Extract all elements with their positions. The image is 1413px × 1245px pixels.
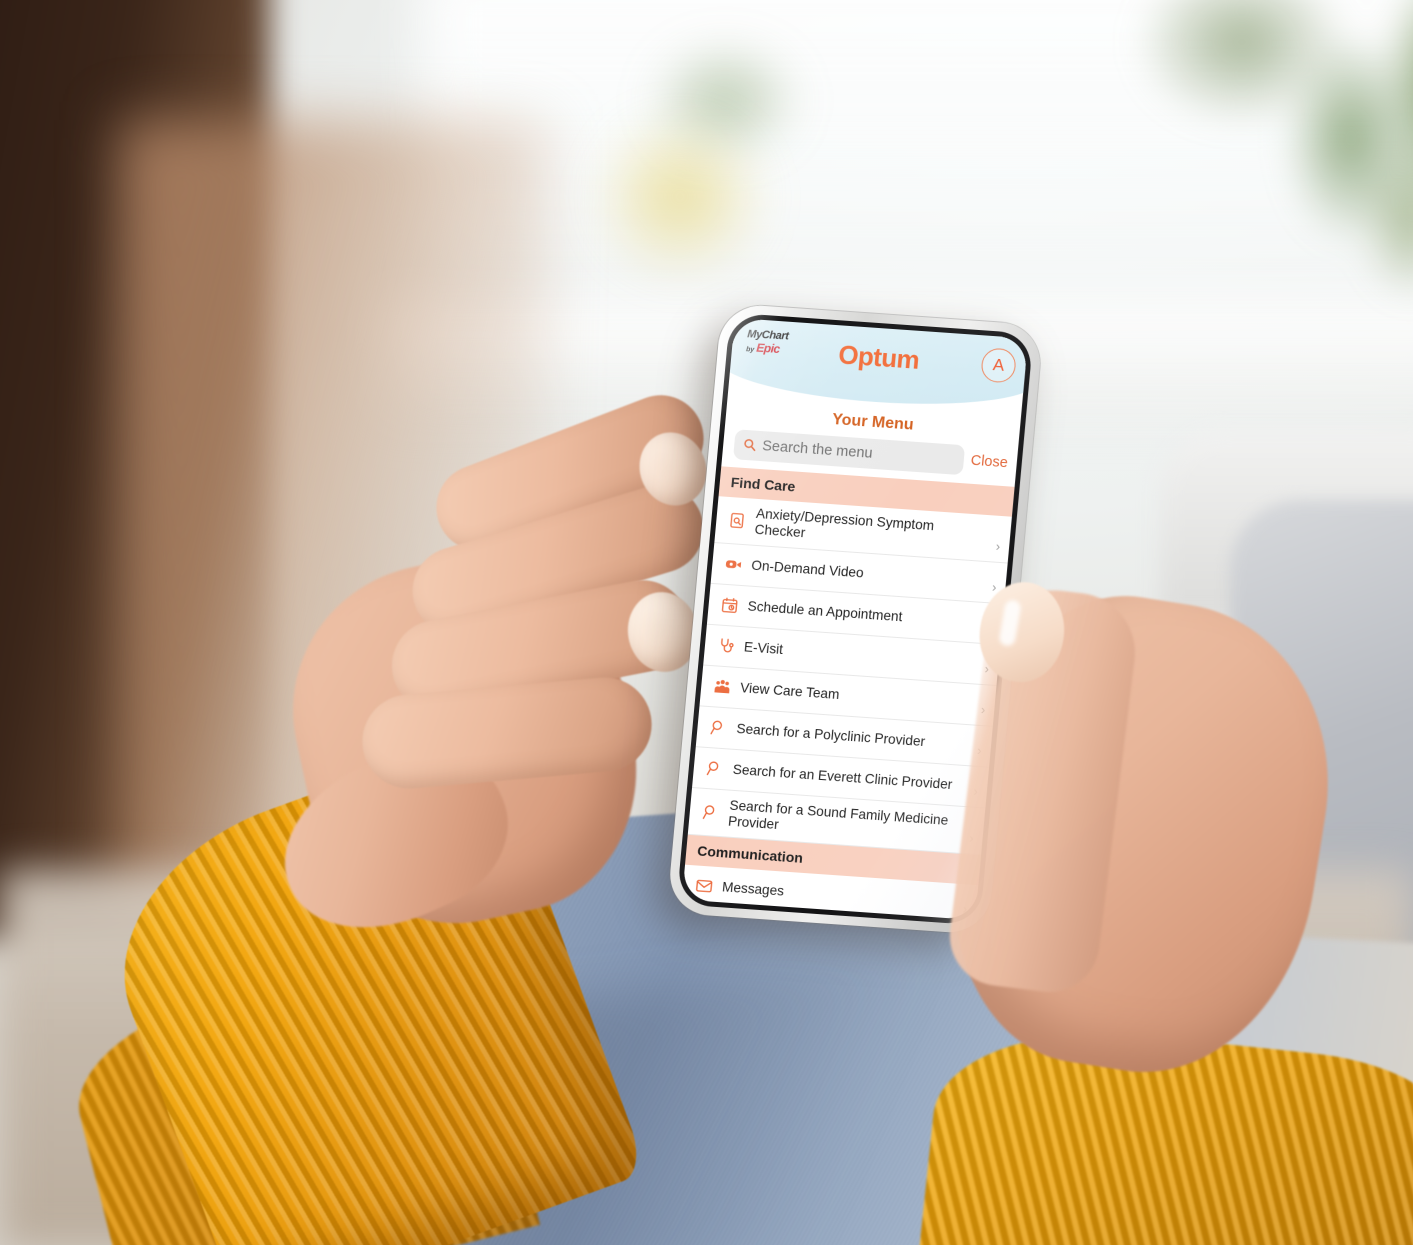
search-icon <box>743 437 757 453</box>
phone-screen: MyChart by Epic Optum A Your Menu Search… <box>681 317 1029 921</box>
chevron-right-icon: › <box>980 702 986 718</box>
menu-item-label: Search for a Polyclinic Provider <box>735 721 926 750</box>
menu-item-label: Schedule an Appointment <box>747 598 904 625</box>
magnifier-person-icon <box>704 758 725 778</box>
search-placeholder: Search the menu <box>761 438 874 462</box>
chevron-right-icon: › <box>968 830 975 846</box>
video-camera-icon <box>723 554 744 574</box>
clipboard-search-icon <box>727 510 748 530</box>
envelope-icon <box>693 876 714 896</box>
chevron-right-icon: › <box>972 783 979 799</box>
background-yellow-pot <box>560 70 800 300</box>
magnifier-person-icon <box>708 718 729 738</box>
menu-item-label: Anxiety/Depression Symptom Checker <box>754 505 935 541</box>
calendar-clock-icon <box>719 595 740 615</box>
menu-item-label: E-Visit <box>743 639 784 658</box>
menu-list: Anxiety/Depression Symptom Checker › On-De… <box>687 496 1012 856</box>
menu-item-label: Search for a Sound Family Medicine Provi… <box>727 797 949 833</box>
menu-item-label: View Care Team <box>739 680 840 703</box>
chevron-right-icon: › <box>995 538 1001 554</box>
chevron-right-icon: › <box>976 742 983 759</box>
photo-scene: MyChart by Epic Optum A Your Menu Search… <box>0 0 1413 1245</box>
people-group-icon <box>711 677 732 697</box>
avatar-initial: A <box>992 355 1006 375</box>
magnifier-person-icon <box>700 802 721 822</box>
menu-item-label: On-Demand Video <box>750 557 865 581</box>
close-button[interactable]: Close <box>970 453 1008 472</box>
menu-sections: Find Care Anxiety/Depression Symptom Chec… <box>681 466 1015 921</box>
background-plant-right <box>1140 0 1413 370</box>
menu-item-label: Search for an Everett Clinic Provider <box>732 761 953 793</box>
stethoscope-icon <box>715 636 736 656</box>
